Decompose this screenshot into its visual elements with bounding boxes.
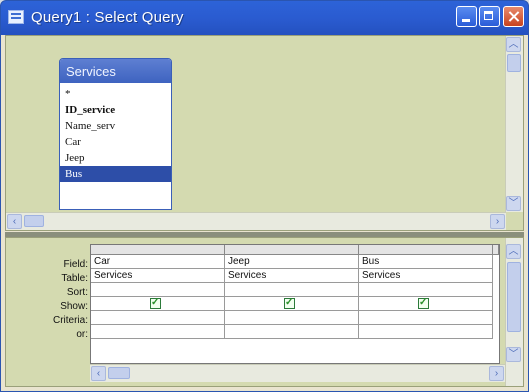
minimize-button[interactable] [456,6,477,27]
grid-row-label: Criteria: [52,315,88,326]
column-selector[interactable] [91,245,225,255]
field-list-item[interactable]: Bus [60,166,171,182]
chevron-down-icon[interactable]: ﹀ [506,196,521,211]
grid-cell-or[interactable] [91,325,225,339]
table-pane-vertical-scrollbar[interactable]: ︿ ﹀ [505,36,523,212]
grid-cell-table[interactable]: Services [359,269,493,283]
grid-row-label: Table: [61,273,88,284]
chevron-right-icon[interactable]: › [489,366,504,381]
chevron-down-icon[interactable]: ﹀ [506,347,521,362]
query-window-icon [8,10,24,24]
field-list-services[interactable]: Services * ID_service Name_serv Car Jeep Bus [59,58,172,210]
grid-vertical-scrollbar[interactable]: ︿ ﹀ [505,238,523,386]
grid-cell-criteria[interactable] [359,311,493,325]
column-selector[interactable] [225,245,359,255]
show-checkbox[interactable] [418,297,429,310]
grid-vertical-scroll-thumb[interactable] [507,262,521,332]
maximize-button[interactable] [479,6,500,27]
grid-cell-or[interactable] [359,325,493,339]
design-grid-pane: Field: Table: Sort: Show: Criteria: or: Car Se… [5,237,524,387]
grid-horizontal-scroll-thumb[interactable] [108,367,130,379]
vertical-scroll-thumb[interactable] [507,54,521,72]
grid-row-label: Field: [63,259,88,270]
query-window: Query1 : Select Query Services * ID_servi… [0,0,529,392]
grid-row-label: or: [76,329,88,340]
field-list-items: * ID_service Name_serv Car Jeep Bus [60,83,171,182]
grid-row-label: Sort: [66,287,88,298]
grid-row-label: Show: [60,301,88,312]
chevron-right-icon[interactable]: › [490,214,505,229]
grid-cell-table[interactable]: Services [225,269,359,283]
grid-cell-criteria[interactable] [225,311,359,325]
column-selector[interactable] [359,245,493,255]
grid-cell-sort[interactable] [359,283,493,297]
grid-cell-field[interactable]: Jeep [225,255,359,269]
grid-cell-field[interactable]: Bus [359,255,493,269]
horizontal-scroll-thumb[interactable] [24,215,44,227]
grid-row-labels: Field: Table: Sort: Show: Criteria: or: [6,258,88,342]
grid-cell-show[interactable] [225,297,359,311]
grid-cell-sort[interactable] [91,283,225,297]
chevron-up-icon[interactable]: ︿ [506,244,521,259]
grid-cell-sort[interactable] [225,283,359,297]
field-list-item[interactable]: Jeep [60,150,171,166]
field-list-item[interactable]: Name_serv [60,118,171,134]
show-checkbox[interactable] [284,297,295,310]
window-title: Query1 : Select Query [31,9,184,26]
design-grid: CarServicesJeepServicesBusServices [90,244,500,364]
column-selector[interactable] [493,245,499,255]
field-list-item[interactable]: Car [60,134,171,150]
field-list-title[interactable]: Services [60,59,171,83]
grid-cell-or[interactable] [225,325,359,339]
grid-cell-table[interactable]: Services [91,269,225,283]
field-list-item[interactable]: ID_service [60,102,171,118]
table-pane-horizontal-scrollbar[interactable]: ‹ › [6,212,506,230]
grid-cell-criteria[interactable] [91,311,225,325]
chevron-up-icon[interactable]: ︿ [506,37,521,52]
close-button[interactable] [503,6,524,27]
table-pane: Services * ID_service Name_serv Car Jeep Bus … [5,35,524,231]
chevron-left-icon[interactable]: ‹ [7,214,22,229]
title-bar[interactable]: Query1 : Select Query [1,1,528,35]
field-list-item[interactable]: * [60,86,171,102]
chevron-left-icon[interactable]: ‹ [91,366,106,381]
grid-horizontal-scrollbar[interactable]: ‹ › [90,364,505,382]
grid-cell-field[interactable]: Car [91,255,225,269]
grid-cell-show[interactable] [359,297,493,311]
show-checkbox[interactable] [150,297,161,310]
grid-cell-show[interactable] [91,297,225,311]
